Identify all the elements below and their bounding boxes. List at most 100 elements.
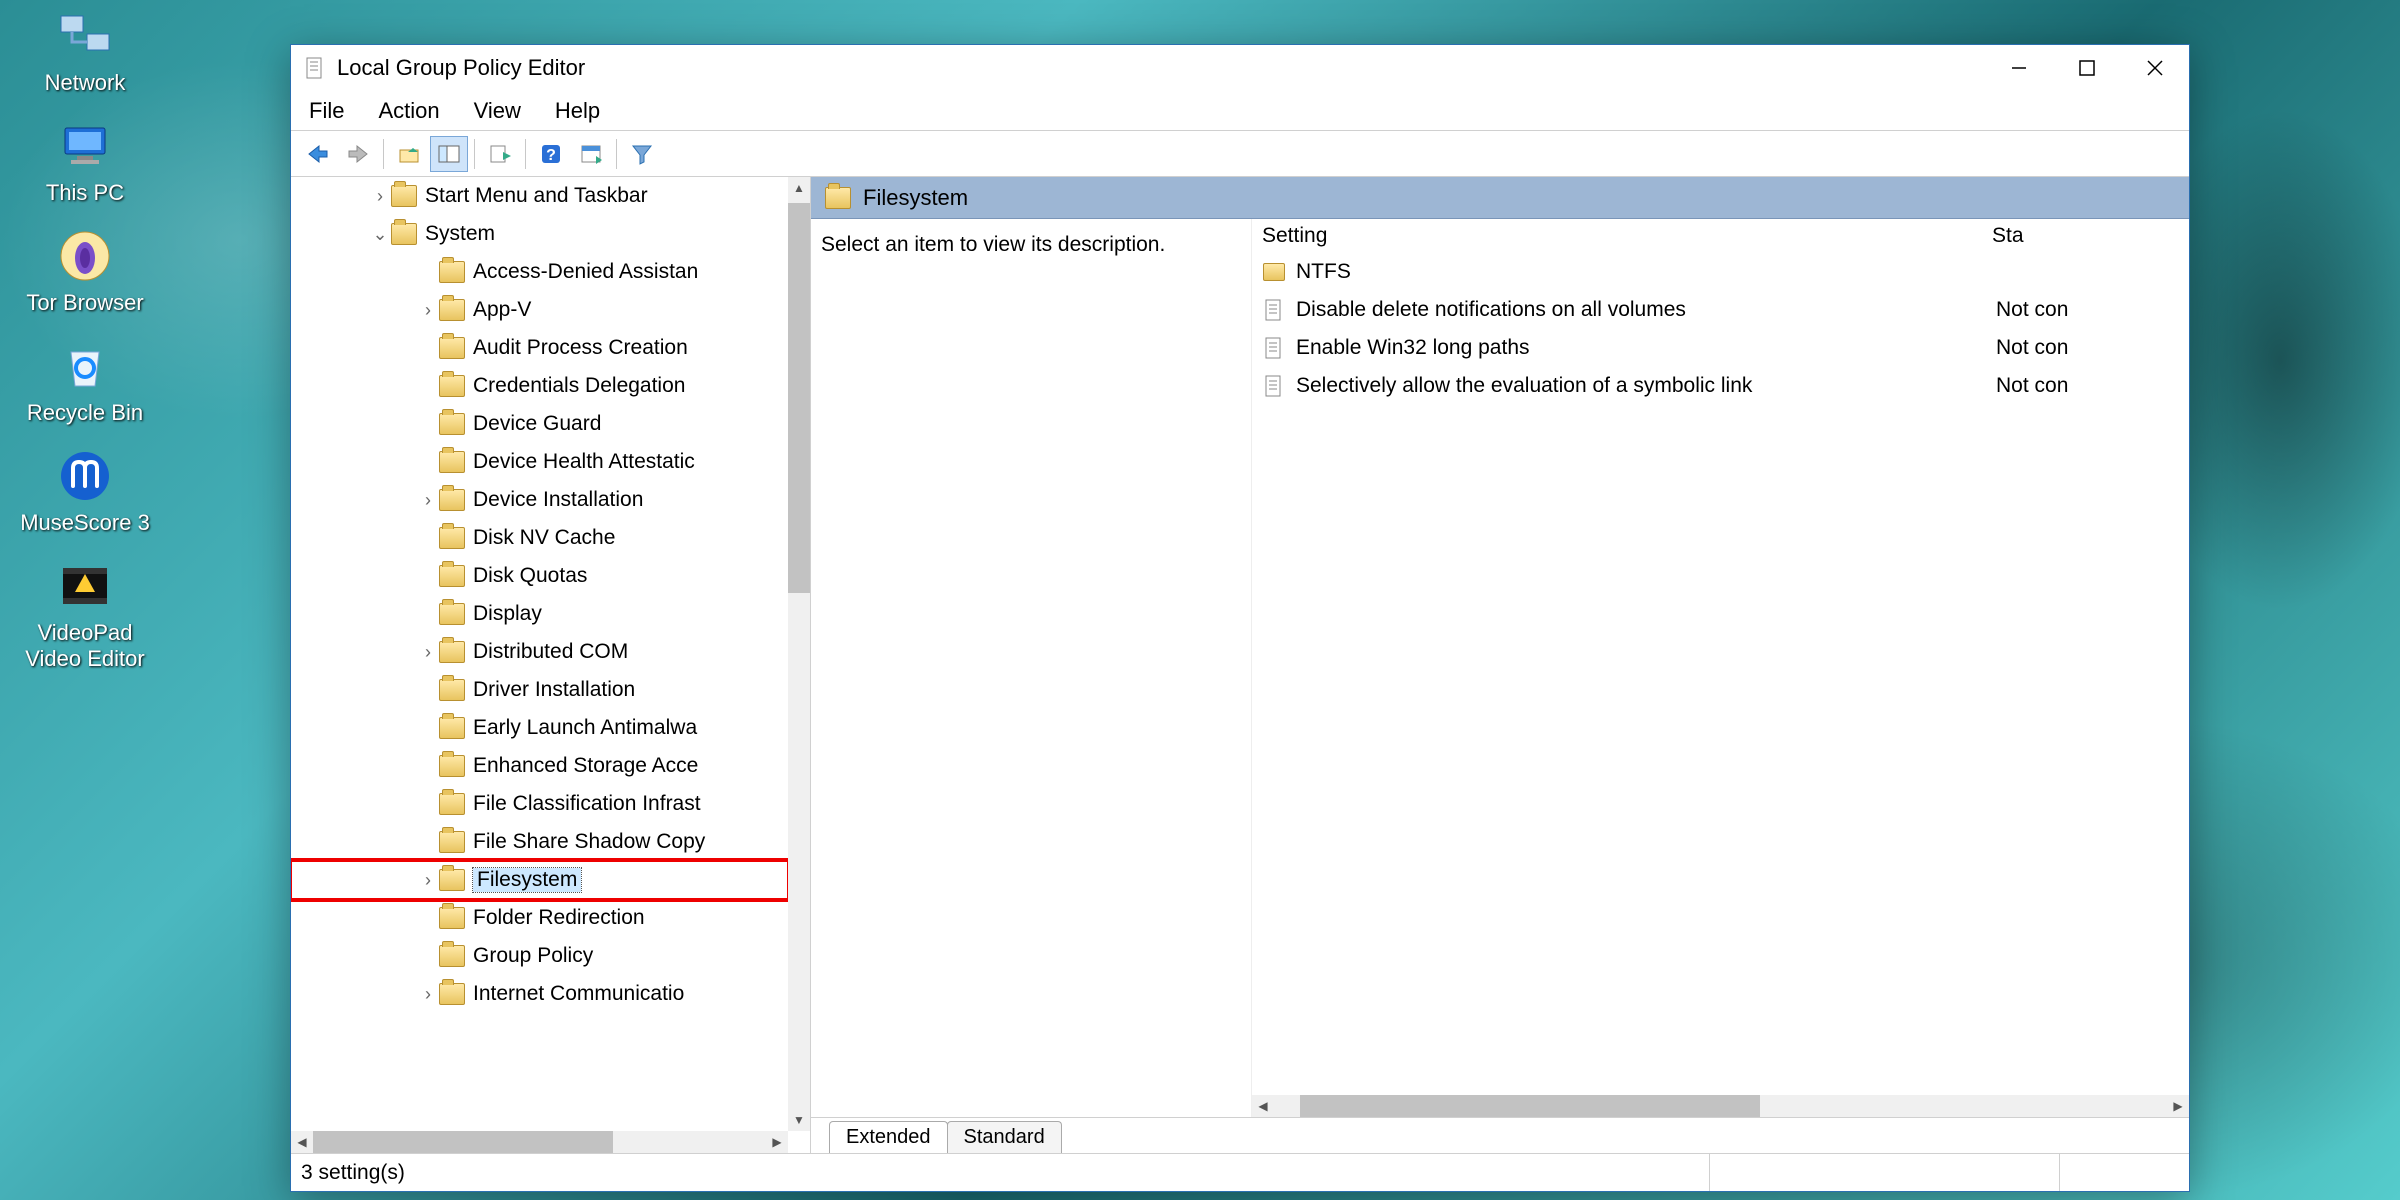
tree-item-file-classification-infrast[interactable]: File Classification Infrast [291,785,788,823]
tree-item-driver-installation[interactable]: Driver Installation [291,671,788,709]
tree-item-internet-communicatio[interactable]: ›Internet Communicatio [291,975,788,1013]
videopad-icon [53,554,117,618]
menu-view[interactable]: View [474,98,521,124]
tree-item-file-share-shadow-copy[interactable]: File Share Shadow Copy [291,823,788,861]
scroll-right-icon[interactable]: ▶ [766,1131,788,1153]
tree-item-device-installation[interactable]: ›Device Installation [291,481,788,519]
tree-scroll: ›Start Menu and Taskbar⌄System Access-Den… [291,177,810,1153]
folder-icon [439,565,465,587]
tree-item-folder-redirection[interactable]: Folder Redirection [291,899,788,937]
filter-button[interactable] [623,136,661,172]
scroll-right-icon[interactable]: ▶ [2167,1099,2189,1113]
list-hscrollbar[interactable]: ◀ ▶ [1252,1095,2189,1117]
help-button[interactable]: ? [532,136,570,172]
desktop-icon-videopad[interactable]: VideoPad Video Editor [10,554,160,672]
menu-file[interactable]: File [309,98,344,124]
scroll-up-icon[interactable]: ▲ [788,177,810,199]
desktop-icon-musescore[interactable]: MuseScore 3 [10,444,160,536]
scroll-left-icon[interactable]: ◀ [291,1131,313,1153]
tree-item-group-policy[interactable]: Group Policy [291,937,788,975]
tree-label: File Share Shadow Copy [473,830,705,854]
folder-icon [825,187,851,209]
tree-item-enhanced-storage-acce[interactable]: Enhanced Storage Acce [291,747,788,785]
show-hide-tree-button[interactable] [430,136,468,172]
tree-item-device-guard[interactable]: Device Guard [291,405,788,443]
tree-label: File Classification Infrast [473,792,701,816]
toolbar-separator [474,139,475,169]
tree-item-disk-nv-cache[interactable]: Disk NV Cache [291,519,788,557]
tree-label: Access-Denied Assistan [473,260,698,284]
tree-item-credentials-delegation[interactable]: Credentials Delegation [291,367,788,405]
tree-label: Audit Process Creation [473,336,688,360]
tree-item-distributed-com[interactable]: ›Distributed COM [291,633,788,671]
scrollbar-thumb[interactable] [788,203,810,593]
folder-icon [391,185,417,207]
scroll-down-icon[interactable]: ▼ [788,1109,810,1131]
close-button[interactable] [2121,45,2189,91]
tree-item-disk-quotas[interactable]: Disk Quotas [291,557,788,595]
scrollbar-thumb[interactable] [1300,1095,1760,1117]
up-button[interactable] [390,136,428,172]
tree-item-device-health-attestatic[interactable]: Device Health Attestatic [291,443,788,481]
desktop-icon-this-pc[interactable]: This PC [10,114,160,206]
column-setting[interactable]: Setting [1262,224,1992,248]
tree-item-display[interactable]: Display [291,595,788,633]
chevron-icon[interactable]: ⌄ [369,224,391,245]
gpedit-window: Local Group Policy Editor File Action Vi… [290,44,2190,1192]
scrollbar-thumb[interactable] [313,1131,613,1153]
policy-icon [1262,336,1286,360]
menu-help[interactable]: Help [555,98,600,124]
chevron-icon[interactable]: › [417,490,439,511]
tree-item-system[interactable]: ⌄System [291,215,788,253]
tree-item-early-launch-antimalwa[interactable]: Early Launch Antimalwa [291,709,788,747]
tree-label: Driver Installation [473,678,635,702]
properties-button[interactable] [572,136,610,172]
desktop-icon-network[interactable]: Network [10,4,160,96]
forward-button[interactable] [339,136,377,172]
folder-icon [439,869,465,891]
setting-row[interactable]: Selectively allow the evaluation of a sy… [1252,367,2189,405]
chevron-icon[interactable]: › [417,984,439,1005]
tor-icon [53,224,117,288]
minimize-button[interactable] [1985,45,2053,91]
setting-name: NTFS [1296,260,1996,284]
desktop-icon-recycle[interactable]: Recycle Bin [10,334,160,426]
setting-row[interactable]: Enable Win32 long pathsNot con [1252,329,2189,367]
desktop-icon-tor[interactable]: Tor Browser [10,224,160,316]
export-button[interactable] [481,136,519,172]
tree-label: Disk NV Cache [473,526,615,550]
chevron-icon[interactable]: › [417,870,439,891]
scroll-left-icon[interactable]: ◀ [1252,1099,1274,1113]
list-header[interactable]: Setting Sta [1252,219,2189,253]
setting-row[interactable]: NTFS [1252,253,2189,291]
setting-row[interactable]: Disable delete notifications on all volu… [1252,291,2189,329]
menu-action[interactable]: Action [378,98,439,124]
chevron-icon[interactable]: › [417,642,439,663]
titlebar[interactable]: Local Group Policy Editor [291,45,2189,91]
desktop-label: VideoPad Video Editor [25,620,144,672]
toolbar: ? [291,131,2189,177]
folder-icon [439,945,465,967]
back-button[interactable] [299,136,337,172]
menubar: File Action View Help [291,91,2189,131]
toolbar-separator [525,139,526,169]
tree-item-app-v[interactable]: ›App-V [291,291,788,329]
tab-extended[interactable]: Extended [829,1121,948,1153]
tree[interactable]: ›Start Menu and Taskbar⌄System Access-Den… [291,177,788,1131]
column-state[interactable]: Sta [1992,224,2024,248]
folder-icon [439,793,465,815]
tree-item-access-denied-assistan[interactable]: Access-Denied Assistan [291,253,788,291]
tree-label: Credentials Delegation [473,374,685,398]
tree-item-start-menu-and-taskbar[interactable]: ›Start Menu and Taskbar [291,177,788,215]
desktop-icons: Network This PC Tor Browser Recycle Bin … [10,0,160,672]
chevron-icon[interactable]: › [369,186,391,207]
folder-icon [439,261,465,283]
tree-item-audit-process-creation[interactable]: Audit Process Creation [291,329,788,367]
tab-standard[interactable]: Standard [947,1121,1062,1153]
chevron-icon[interactable]: › [417,300,439,321]
tree-hscrollbar[interactable]: ◀ ▶ [291,1131,788,1153]
maximize-button[interactable] [2053,45,2121,91]
tree-vscrollbar[interactable]: ▲ ▼ [788,177,810,1131]
folder-icon [439,375,465,397]
tree-item-filesystem[interactable]: ›Filesystem [291,861,788,899]
